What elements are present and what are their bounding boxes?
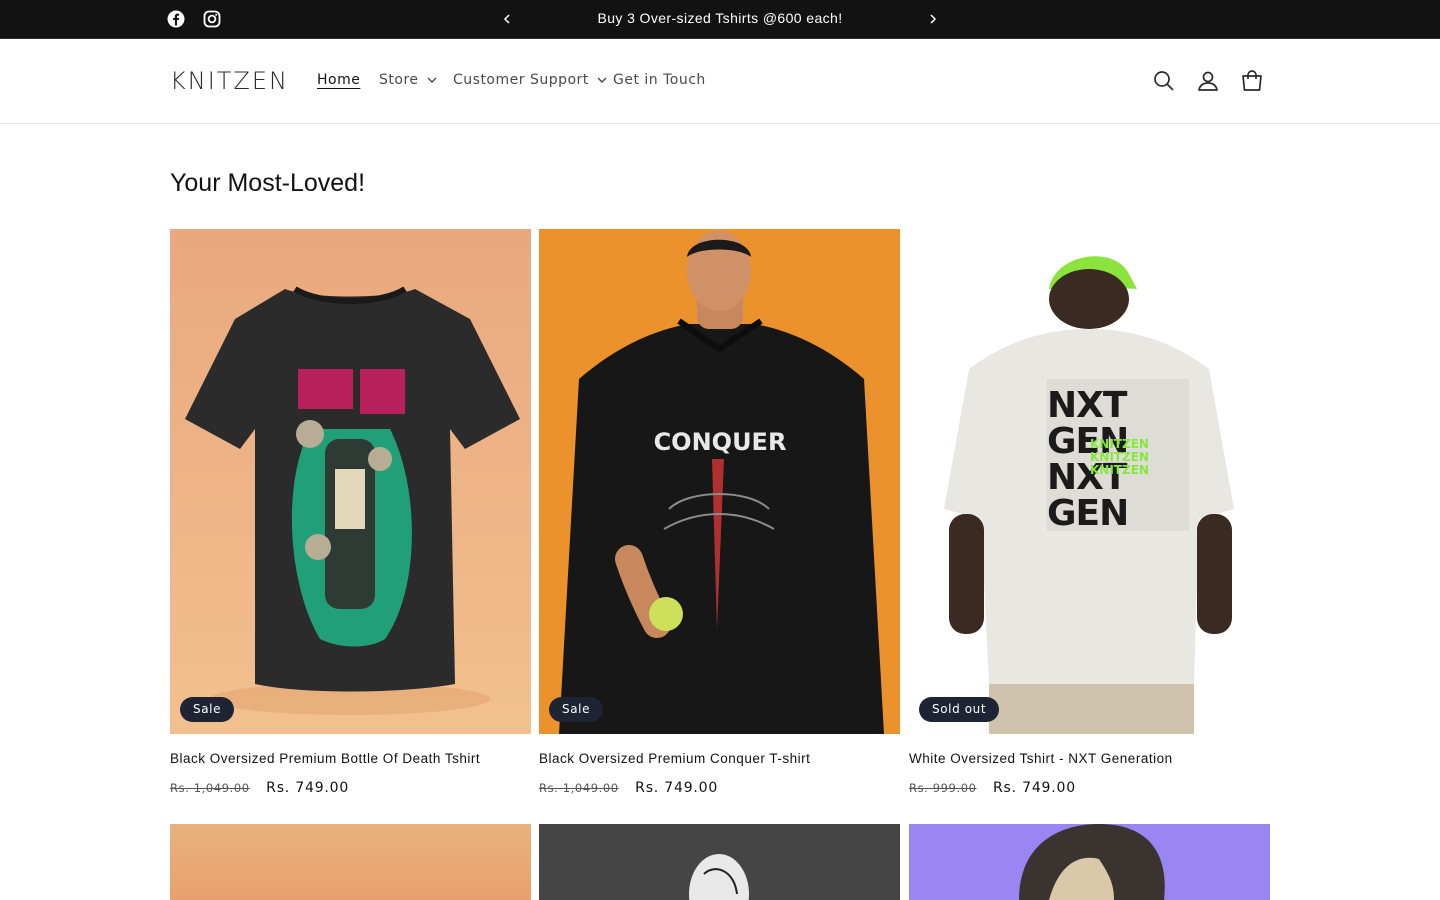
section-title: Your Most-Loved! (170, 169, 366, 197)
nxt-print-line: GEN (1047, 493, 1129, 534)
sale-price: Rs. 749.00 (635, 780, 719, 796)
compare-price: Rs. 1,049.00 (539, 781, 619, 795)
compare-price: Rs. 1,049.00 (170, 781, 250, 795)
chevron-down-icon (427, 75, 437, 85)
announcement-next-button[interactable] (923, 9, 943, 29)
product-image[interactable] (909, 824, 1270, 900)
sale-badge: Sale (549, 697, 604, 722)
nav-get-in-touch[interactable]: Get in Touch (613, 72, 706, 88)
nav-get-in-touch-label: Get in Touch (613, 72, 706, 88)
product-image[interactable] (170, 824, 531, 900)
nav-customer-support-label: Customer Support (453, 72, 589, 88)
nav-store[interactable]: Store (379, 72, 437, 88)
sale-price: Rs. 749.00 (993, 780, 1076, 796)
conquer-print: CONQUER (653, 428, 787, 456)
nav-customer-support[interactable]: Customer Support (453, 72, 607, 88)
cart-icon[interactable] (1238, 67, 1266, 95)
nav-store-label: Store (379, 72, 419, 88)
sold-out-badge: Sold out (919, 697, 1000, 722)
search-icon[interactable] (1150, 67, 1178, 95)
product-title[interactable]: Black Oversized Premium Conquer T-shirt (539, 751, 810, 766)
sale-badge: Sale (180, 697, 235, 722)
product-title[interactable]: Black Oversized Premium Bottle Of Death … (170, 751, 480, 766)
price-block: Rs. 999.00 Rs. 749.00 (909, 779, 1076, 797)
chevron-down-icon (597, 75, 607, 85)
compare-price: Rs. 999.00 (909, 781, 977, 795)
facebook-icon[interactable] (167, 10, 185, 28)
price-block: Rs. 1,049.00 Rs. 749.00 (170, 779, 349, 797)
announcement-prev-button[interactable] (497, 9, 517, 29)
nxt-print-line: NXT (1047, 385, 1127, 426)
knitzen-print-line: KNITZEN (1090, 463, 1149, 477)
account-icon[interactable] (1194, 67, 1222, 95)
announcement-text: Buy 3 Over-sized Tshirts @600 each! (597, 10, 843, 26)
product-image[interactable] (539, 824, 900, 900)
product-title[interactable]: White Oversized Tshirt - NXT Generation (909, 751, 1173, 766)
announcement-bar: Buy 3 Over-sized Tshirts @600 each! (0, 0, 1440, 39)
nav-home-label: Home (317, 72, 361, 88)
store-logo[interactable]: KNITZEN (170, 67, 289, 95)
instagram-icon[interactable] (203, 10, 221, 28)
price-block: Rs. 1,049.00 Rs. 749.00 (539, 779, 718, 797)
product-image[interactable] (170, 229, 531, 734)
site-header: KNITZEN Home Store Customer Support Get … (0, 39, 1440, 124)
product-image[interactable]: NXT GEN NXT GEN KNITZEN KNITZEN KNITZEN (909, 229, 1270, 734)
nav-home[interactable]: Home (317, 72, 360, 88)
product-image[interactable] (539, 229, 900, 734)
sale-price: Rs. 749.00 (266, 780, 350, 796)
knitzen-print: KNITZEN KNITZEN KNITZEN (1090, 438, 1149, 477)
